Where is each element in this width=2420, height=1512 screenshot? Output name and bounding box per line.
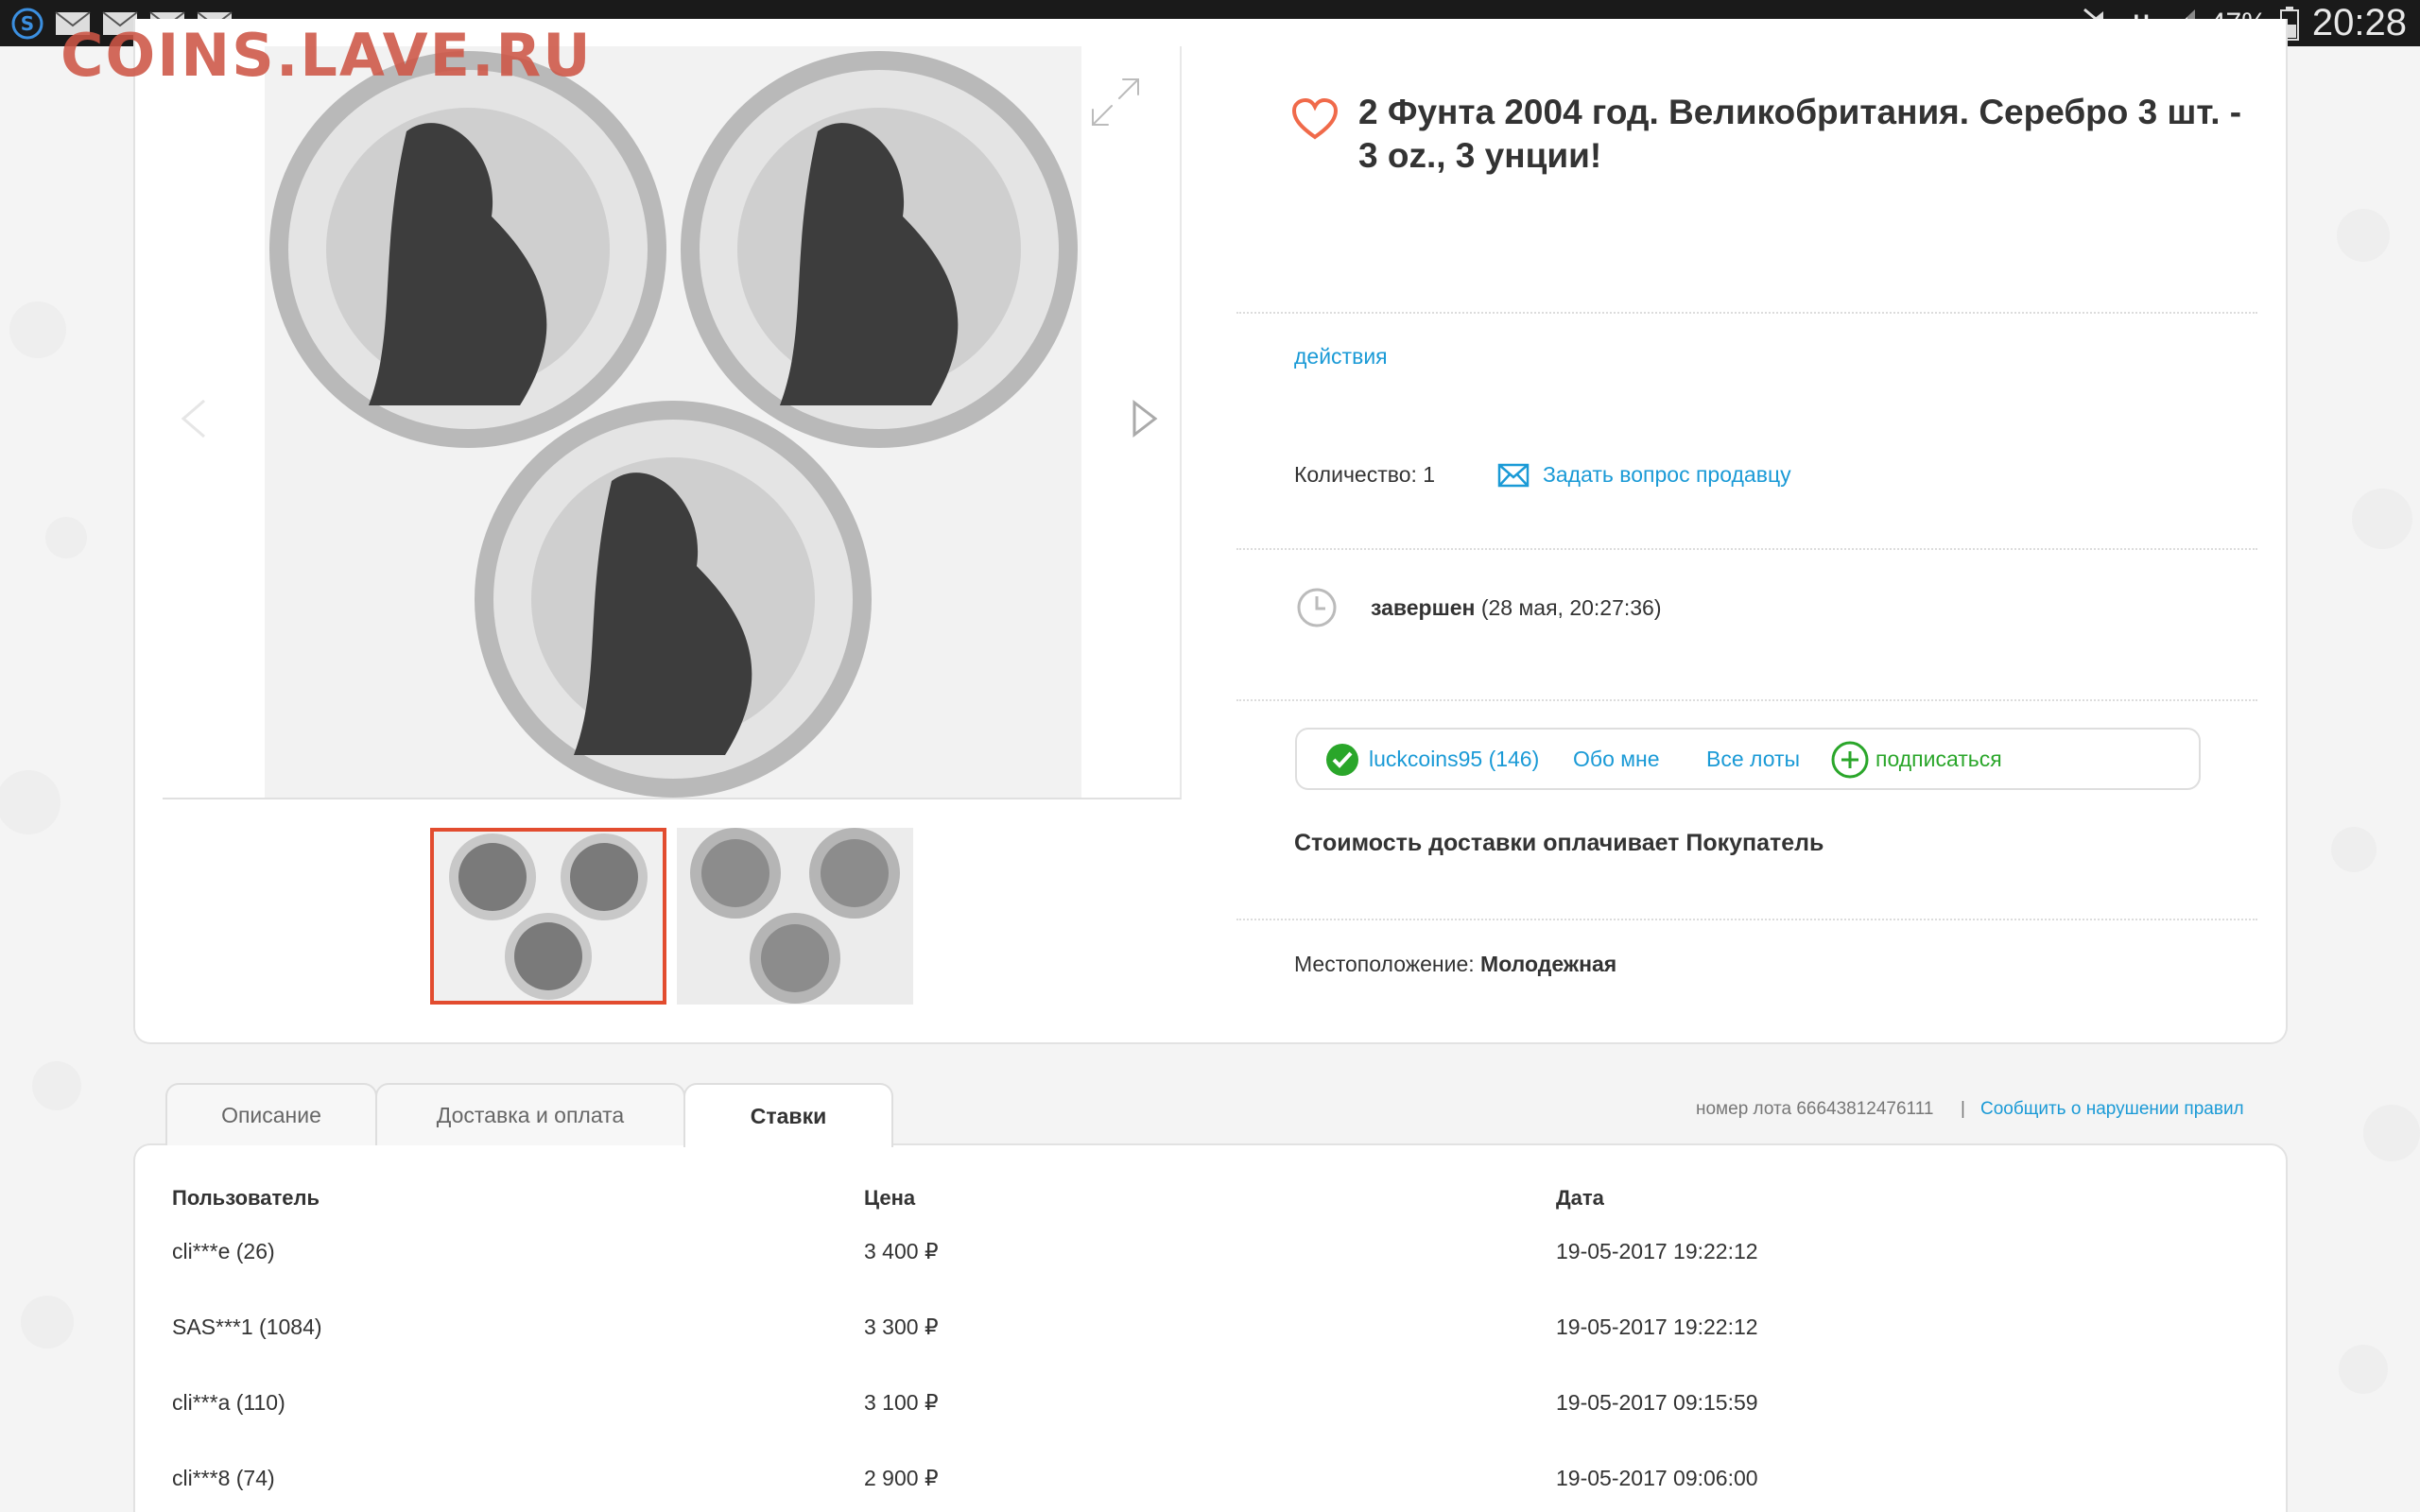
seller-name-link[interactable]: luckcoins95 (146) xyxy=(1369,747,1539,772)
actions-link[interactable]: действия xyxy=(1294,344,1388,369)
subscribe-link[interactable]: подписаться xyxy=(1876,747,2002,772)
location: Местоположение: Молодежная xyxy=(1294,952,1616,977)
about-seller-link[interactable]: Обо мне xyxy=(1573,747,1660,772)
lot-number: номер лота 66643812476111 xyxy=(1696,1099,1934,1119)
divider xyxy=(1236,919,2257,920)
bid-date: 19-05-2017 09:06:00 xyxy=(1556,1466,1758,1490)
status-time: (28 мая, 20:27:36) xyxy=(1475,595,1662,620)
svg-text:S: S xyxy=(21,12,34,35)
divider xyxy=(1236,548,2257,550)
coins-image xyxy=(265,46,1081,798)
verified-check-icon xyxy=(1326,744,1358,776)
bid-user: cli***e (26) xyxy=(172,1239,275,1263)
column-header-price: Цена xyxy=(864,1186,916,1210)
fullscreen-icon[interactable] xyxy=(1085,72,1146,132)
app-s-icon: S xyxy=(11,8,43,40)
thumbnail-coins-obverse xyxy=(677,828,913,1005)
divider xyxy=(1236,699,2257,701)
divider xyxy=(1236,312,2257,314)
tab-delivery-payment[interactable]: Доставка и оплата xyxy=(375,1083,685,1145)
heart-icon[interactable] xyxy=(1291,97,1339,141)
location-value: Молодежная xyxy=(1480,952,1617,976)
bid-date: 19-05-2017 19:22:12 xyxy=(1556,1239,1758,1263)
status-label: завершен xyxy=(1371,595,1476,620)
watermark: COINS.LAVE.RU xyxy=(60,21,593,90)
lot-title: 2 Фунта 2004 год. Великобритания. Серебр… xyxy=(1358,93,2242,175)
tab-bids[interactable]: Ставки xyxy=(683,1083,893,1147)
location-label: Местоположение: xyxy=(1294,952,1481,976)
bid-price: 3 100 ₽ xyxy=(864,1390,939,1415)
bids-panel xyxy=(133,1143,2288,1512)
separator: | xyxy=(1961,1099,1965,1119)
column-header-date: Дата xyxy=(1556,1186,1604,1210)
all-lots-link[interactable]: Все лоты xyxy=(1706,747,1800,772)
clock-icon xyxy=(1297,588,1337,627)
auction-status: завершен (28 мая, 20:27:36) xyxy=(1371,595,1662,621)
prev-photo-icon[interactable] xyxy=(180,397,208,440)
bid-user: cli***a (110) xyxy=(172,1390,285,1415)
main-photo[interactable] xyxy=(265,46,1081,798)
column-header-user: Пользователь xyxy=(172,1186,320,1210)
quantity: Количество: 1 xyxy=(1294,462,1436,487)
bid-price: 3 400 ₽ xyxy=(864,1239,939,1263)
thumbnail-1[interactable] xyxy=(430,828,666,1005)
shipping-note: Стоимость доставки оплачивает Покупатель xyxy=(1294,830,1824,856)
thumbnail-coins-reverse xyxy=(434,832,663,1001)
report-violation-link[interactable]: Сообщить о нарушении правил xyxy=(1980,1099,2244,1120)
ask-seller-link[interactable]: Задать вопрос продавцу xyxy=(1543,462,1791,488)
next-photo-icon[interactable] xyxy=(1131,397,1159,440)
tab-description[interactable]: Описание xyxy=(165,1083,377,1145)
bid-date: 19-05-2017 19:22:12 xyxy=(1556,1314,1758,1339)
bid-price: 2 900 ₽ xyxy=(864,1466,939,1490)
envelope-icon[interactable] xyxy=(1497,463,1530,488)
bid-user: cli***8 (74) xyxy=(172,1466,275,1490)
clock: 20:28 xyxy=(2311,2,2407,43)
thumbnail-2[interactable] xyxy=(677,828,913,1005)
bid-user: SAS***1 (1084) xyxy=(172,1314,322,1339)
bid-date: 19-05-2017 09:15:59 xyxy=(1556,1390,1758,1415)
plus-circle-icon[interactable] xyxy=(1831,741,1869,779)
bid-price: 3 300 ₽ xyxy=(864,1314,939,1339)
